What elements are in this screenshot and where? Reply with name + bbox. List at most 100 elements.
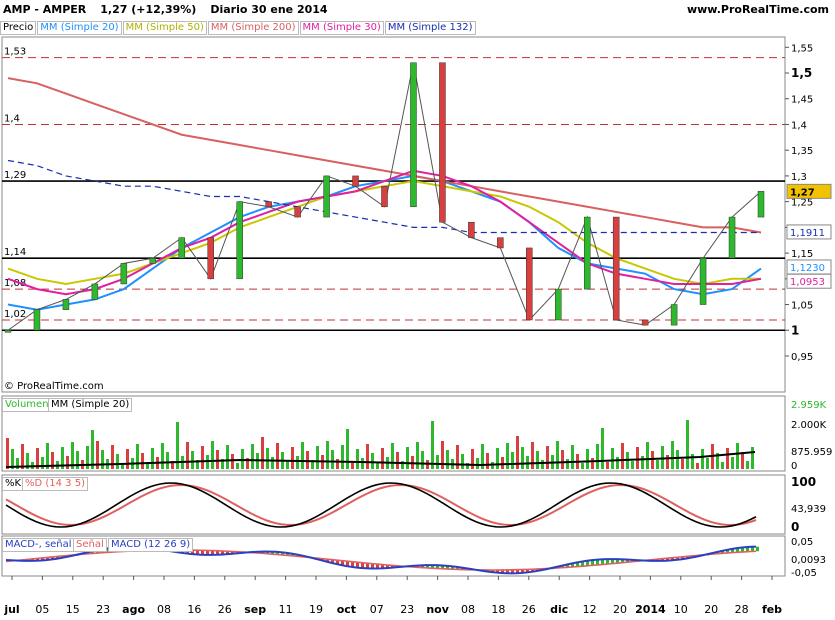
price-bar — [178, 237, 186, 259]
y-tick-label: 1 — [791, 323, 799, 337]
volume-bar — [211, 441, 214, 469]
volume-bar — [6, 438, 9, 469]
copyright: © ProRealTime.com — [4, 381, 104, 392]
price-bar — [4, 330, 12, 333]
volume-bar — [501, 457, 504, 469]
volume-ma-value: 875.959 — [791, 447, 832, 458]
volume-bar — [391, 443, 394, 469]
price-bar — [381, 185, 388, 208]
y-tick-label: 1,5 — [791, 66, 812, 80]
volume-bar — [291, 447, 294, 469]
volume-bar — [266, 448, 269, 469]
volume-label[interactable]: Volumen — [2, 398, 52, 412]
price-bar — [323, 175, 330, 218]
volume-bar — [601, 428, 604, 469]
volume-bar — [461, 454, 464, 469]
volume-bar — [296, 456, 299, 469]
volume-bar — [646, 442, 649, 469]
volume-bar — [216, 450, 219, 469]
price-bar — [62, 299, 70, 310]
volume-bar — [671, 441, 674, 469]
volume-bar — [201, 446, 204, 469]
price-tag: 1,0953 — [790, 277, 825, 288]
volume-bar — [396, 452, 399, 469]
level-label: 1,53 — [4, 47, 26, 58]
x-tick-label: 11 — [279, 603, 293, 616]
x-tick-label: jul — [3, 603, 19, 616]
volume-bar — [616, 457, 619, 469]
x-tick-label: 26 — [522, 603, 536, 616]
volume-bar — [656, 460, 659, 469]
volume-bar — [751, 447, 754, 469]
volume-bar — [111, 445, 114, 469]
price-bar — [497, 237, 504, 249]
volume-ma-label[interactable]: MM (Simple 20) — [48, 398, 133, 412]
price-bar — [120, 263, 128, 285]
volume-bar — [731, 457, 734, 469]
volume-bar — [316, 446, 319, 469]
macd-tick-neg: -0,05 — [791, 568, 817, 579]
volume-bar — [596, 444, 599, 469]
volume-bar — [141, 453, 144, 469]
volume-bar — [191, 451, 194, 469]
price-bar — [33, 309, 41, 331]
price-chart[interactable]: 1,551,51,451,41,351,31,251,21,151,11,051… — [0, 0, 835, 620]
volume-bar — [301, 442, 304, 469]
volume-bar — [721, 462, 724, 469]
volume-bar — [681, 459, 684, 469]
macd-signal-label[interactable]: MACD-, señal — [2, 538, 75, 552]
volume-bar — [421, 451, 424, 469]
volume-bar — [446, 450, 449, 469]
volume-bar — [226, 445, 229, 469]
volume-bar — [161, 443, 164, 469]
stoch-d-label[interactable]: %D (14 3 5) — [22, 477, 88, 491]
price-tag: 1,1911 — [790, 228, 825, 239]
x-tick-label: nov — [426, 603, 449, 616]
y-tick-label: 1,45 — [791, 95, 813, 106]
x-tick-label: 20 — [613, 603, 627, 616]
x-tick-label: 15 — [66, 603, 80, 616]
volume-bar — [706, 458, 709, 469]
volume-bar — [231, 454, 234, 469]
macd-tick: 0,05 — [791, 537, 813, 548]
level-label: 1,4 — [4, 113, 20, 124]
volume-bar — [541, 460, 544, 469]
x-tick-label: 16 — [187, 603, 201, 616]
volume-bar — [546, 446, 549, 469]
macd-label[interactable]: MACD (12 26 9) — [108, 538, 194, 552]
x-tick-label: 28 — [735, 603, 749, 616]
volume-bar — [636, 447, 639, 469]
volume-bar — [696, 463, 699, 469]
x-tick-label: 23 — [400, 603, 414, 616]
price-bar — [612, 216, 620, 321]
x-tick-label: 07 — [370, 603, 384, 616]
x-tick-label: 26 — [218, 603, 232, 616]
volume-bar — [726, 448, 729, 469]
volume-bar — [306, 451, 309, 469]
volume-bar — [356, 449, 359, 469]
y-tick-label: 1,05 — [791, 301, 813, 312]
x-tick-label: oct — [337, 603, 356, 616]
volume-bar — [351, 463, 354, 469]
volume-bar — [691, 454, 694, 469]
y-tick-label: 1,35 — [791, 146, 813, 157]
x-tick-label: 19 — [309, 603, 323, 616]
level-label: 1,14 — [4, 247, 26, 258]
volume-bar — [21, 444, 24, 469]
senal-label[interactable]: Señal — [73, 538, 107, 552]
x-tick-label: 12 — [583, 603, 597, 616]
volume-bar — [666, 455, 669, 469]
volume-bar — [496, 448, 499, 469]
y-tick-label: 1,3 — [791, 172, 807, 183]
volume-bar — [66, 456, 69, 469]
volume-bar — [126, 449, 129, 469]
volume-bar — [166, 452, 169, 469]
volume-tick: 2.000K — [791, 420, 827, 431]
stoch-tick-0: 0 — [791, 520, 799, 534]
price-bar — [352, 175, 359, 187]
volume-bar — [531, 442, 534, 469]
volume-bar — [361, 458, 364, 469]
volume-bar — [416, 442, 419, 469]
stoch-k-label[interactable]: %K — [2, 477, 25, 491]
x-tick-label: sep — [244, 603, 266, 616]
